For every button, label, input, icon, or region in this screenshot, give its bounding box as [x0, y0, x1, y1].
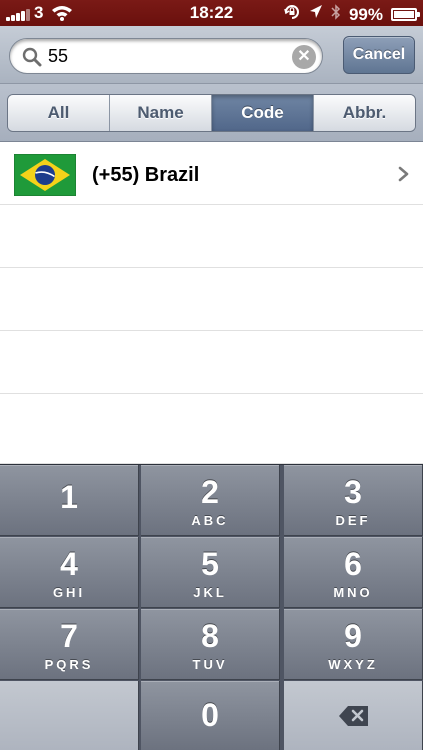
key-3[interactable]: 3 DEF: [284, 465, 423, 536]
status-bar: 3 18:22 99%: [0, 0, 423, 26]
delete-key[interactable]: [284, 681, 423, 750]
segment-all[interactable]: All: [8, 95, 110, 131]
key-digit: 8: [201, 618, 219, 654]
search-input[interactable]: [48, 39, 288, 73]
location-arrow-icon: [309, 4, 323, 25]
empty-row: [0, 205, 423, 268]
key-0[interactable]: 0: [141, 681, 280, 750]
key-7[interactable]: 7 PQRS: [0, 609, 139, 680]
empty-row: [0, 331, 423, 394]
key-letters: JKL: [193, 585, 227, 600]
status-right: 99%: [283, 3, 420, 26]
results-table: (+55) Brazil: [0, 142, 423, 464]
clear-search-icon[interactable]: ✕: [292, 45, 316, 69]
key-1[interactable]: 1: [0, 465, 139, 536]
battery-icon: [391, 8, 420, 21]
backspace-icon: [338, 705, 370, 732]
key-letters: DEF: [335, 513, 371, 528]
key-digit: 9: [344, 618, 362, 654]
segment-abbr[interactable]: Abbr.: [314, 95, 415, 131]
rotation-lock-icon: [283, 3, 301, 26]
key-digit: 6: [344, 546, 362, 582]
key-digit: 7: [60, 618, 78, 654]
key-blank: [0, 681, 139, 750]
key-letters: PQRS: [44, 657, 94, 672]
key-2[interactable]: 2 ABC: [141, 465, 280, 536]
key-9[interactable]: 9 WXYZ: [284, 609, 423, 680]
key-letters: ABC: [191, 513, 229, 528]
brazil-flag-icon: [13, 153, 77, 197]
key-digit: 1: [60, 479, 78, 515]
key-letters: TUV: [192, 657, 228, 672]
filter-segmented-control: All Name Code Abbr.: [7, 94, 416, 132]
phone-screen: 3 18:22 99% 55 ✕ Cancel All Name Code Ab…: [0, 0, 423, 750]
cancel-button[interactable]: Cancel: [343, 36, 415, 74]
empty-row: [0, 394, 423, 464]
key-5[interactable]: 5 JKL: [141, 537, 280, 608]
chevron-right-icon: [398, 166, 409, 187]
key-8[interactable]: 8 TUV: [141, 609, 280, 680]
filter-bar: All Name Code Abbr.: [0, 84, 423, 142]
search-field[interactable]: ✕: [9, 38, 323, 74]
key-6[interactable]: 6 MNO: [284, 537, 423, 608]
key-4[interactable]: 4 GHI: [0, 537, 139, 608]
empty-row: [0, 268, 423, 331]
key-letters: WXYZ: [328, 657, 378, 672]
key-digit: 0: [201, 697, 219, 733]
result-row-brazil[interactable]: (+55) Brazil: [0, 142, 423, 205]
key-letters: MNO: [333, 585, 373, 600]
key-digit: 4: [60, 546, 78, 582]
segment-name[interactable]: Name: [110, 95, 212, 131]
key-letters: GHI: [52, 585, 86, 600]
search-bar: ✕ Cancel: [0, 26, 423, 84]
segment-code[interactable]: Code: [212, 95, 314, 131]
number-keypad: 1 2 ABC 3 DEF 4 GHI 5 JKL 6 MNO 7 PQRS 8…: [0, 464, 423, 750]
search-icon: [22, 47, 42, 72]
battery-percent: 99%: [348, 4, 383, 24]
key-digit: 2: [201, 474, 219, 510]
bluetooth-icon: [331, 3, 341, 26]
key-digit: 3: [344, 474, 362, 510]
result-label: (+55) Brazil: [92, 164, 200, 186]
key-digit: 5: [201, 546, 219, 582]
